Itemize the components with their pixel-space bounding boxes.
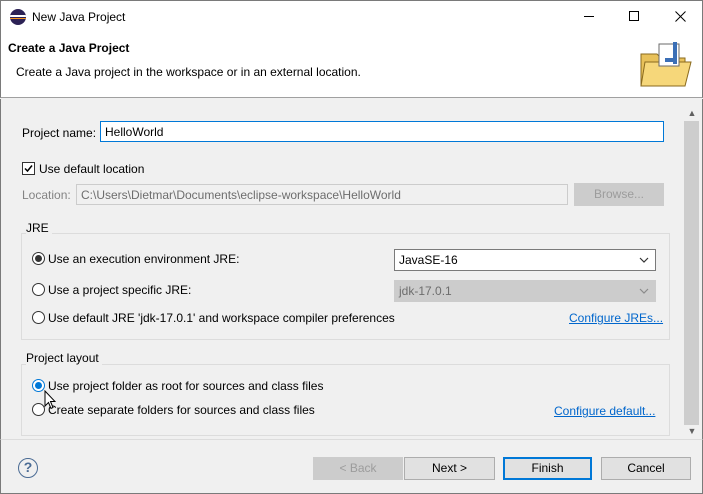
back-button[interactable]: < Back: [313, 457, 403, 480]
next-button[interactable]: Next >: [404, 457, 495, 480]
jre-execution-env-radio[interactable]: [32, 252, 45, 265]
jre-default-label[interactable]: Use default JRE 'jdk-17.0.1' and workspa…: [48, 311, 395, 325]
project-layout-group-title: Project layout: [26, 351, 102, 365]
scrollbar-thumb[interactable]: [684, 121, 699, 425]
project-layout-group: [21, 364, 670, 436]
jre-default-radio[interactable]: [32, 311, 45, 324]
java-project-folder-icon: [640, 42, 692, 87]
project-name-label: Project name:: [22, 126, 97, 140]
layout-root-label[interactable]: Use project folder as root for sources a…: [48, 379, 323, 393]
wizard-header: Create a Java Project Create a Java proj…: [0, 31, 703, 98]
close-button[interactable]: [657, 1, 703, 31]
scroll-up-icon[interactable]: ▲: [686, 107, 698, 119]
minimize-button[interactable]: [566, 1, 612, 31]
wizard-description: Create a Java project in the workspace o…: [16, 65, 361, 79]
chevron-down-icon: [639, 257, 649, 263]
maximize-icon: [629, 11, 639, 21]
mouse-cursor-icon: [44, 390, 56, 410]
execution-env-value: JavaSE-16: [399, 253, 458, 267]
project-specific-jre-select[interactable]: jdk-17.0.1: [394, 280, 656, 302]
scroll-down-icon[interactable]: ▼: [686, 425, 698, 437]
jre-project-specific-label[interactable]: Use a project specific JRE:: [48, 283, 191, 297]
window-titlebar: New Java Project: [0, 0, 703, 31]
browse-button[interactable]: Browse...: [574, 183, 664, 206]
help-icon[interactable]: ?: [18, 458, 38, 478]
wizard-content: Project name: HelloWorld Use default loc…: [0, 99, 681, 439]
layout-separate-label[interactable]: Create separate folders for sources and …: [48, 403, 315, 417]
jre-execution-env-label[interactable]: Use an execution environment JRE:: [48, 252, 239, 266]
window-title: New Java Project: [32, 10, 126, 24]
vertical-scrollbar[interactable]: ▲ ▼: [681, 99, 703, 439]
configure-jres-link[interactable]: Configure JREs...: [569, 311, 663, 325]
project-name-input[interactable]: HelloWorld: [100, 121, 664, 142]
location-label: Location:: [22, 188, 71, 202]
location-input[interactable]: C:\Users\Dietmar\Documents\eclipse-works…: [76, 184, 568, 205]
use-default-location-label[interactable]: Use default location: [39, 162, 144, 176]
minimize-icon: [584, 15, 594, 17]
execution-env-select[interactable]: JavaSE-16: [394, 249, 656, 271]
jre-project-specific-radio[interactable]: [32, 283, 45, 296]
checkmark-icon: [24, 165, 33, 173]
close-icon: [674, 10, 686, 22]
eclipse-icon: [10, 9, 26, 25]
maximize-button[interactable]: [611, 1, 657, 31]
chevron-down-icon: [639, 288, 649, 294]
project-specific-jre-value: jdk-17.0.1: [399, 284, 452, 298]
wizard-title: Create a Java Project: [8, 41, 130, 55]
use-default-location-checkbox[interactable]: [22, 162, 35, 175]
jre-group-title: JRE: [26, 221, 52, 235]
cancel-button[interactable]: Cancel: [601, 457, 691, 480]
configure-default-link[interactable]: Configure default...: [554, 404, 655, 418]
wizard-footer: ? < Back Next > Finish Cancel: [0, 439, 703, 494]
finish-button[interactable]: Finish: [503, 457, 592, 480]
